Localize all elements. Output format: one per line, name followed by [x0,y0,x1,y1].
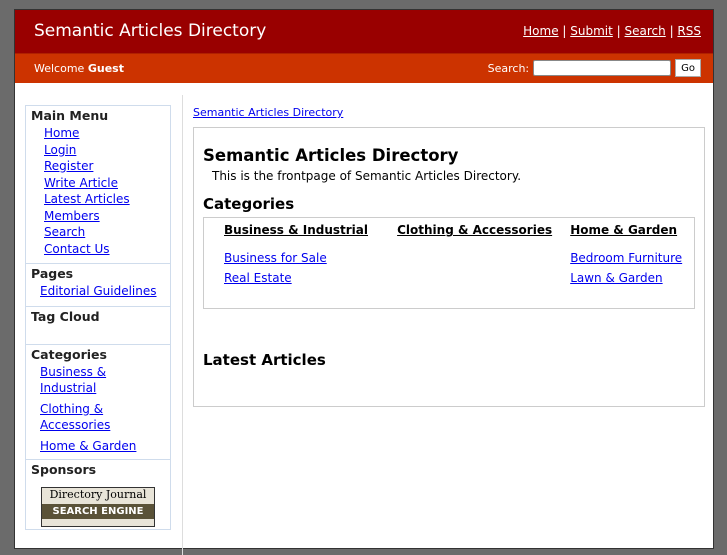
user-bar: Welcome Guest Search: Go [15,54,713,83]
welcome-text: Welcome Guest [34,62,124,75]
sponsor-banner[interactable]: Directory Journal SEARCH ENGINE [41,486,155,527]
categories-table: Business & Industrial Business for Sale Re… [203,217,695,309]
category-heading[interactable]: Clothing & Accessories [391,220,564,240]
subcategory-link[interactable]: Bedroom Furniture [564,248,694,268]
intro-text: This is the frontpage of Semantic Articl… [212,169,522,183]
menu-write-article[interactable]: Write Article [31,175,166,192]
header: Semantic Articles Directory Home | Submi… [15,10,713,54]
menu-login[interactable]: Login [31,142,166,159]
menu-register[interactable]: Register [31,158,166,175]
search-label: Search: [487,61,530,75]
category-column: Clothing & Accessories [391,220,564,308]
page-title: Semantic Articles Directory [203,146,459,165]
main-menu: Main Menu Home Login Register Write Arti… [25,105,171,264]
page-frame: Semantic Articles Directory Home | Submi… [14,9,714,555]
category-clothing-accessories[interactable]: Clothing & Accessories [31,401,111,434]
breadcrumb[interactable]: Semantic Articles Directory [193,106,343,119]
divider [182,95,183,555]
categories-title: Categories [31,346,107,362]
main-menu-title: Main Menu [31,108,109,123]
nav-search[interactable]: Search [625,24,666,38]
tag-cloud-box: Tag Cloud [25,306,171,345]
top-nav: Home | Submit | Search | RSS [523,24,701,38]
subcategory-link[interactable]: Lawn & Garden [564,268,694,288]
menu-home[interactable]: Home [31,125,166,142]
menu-search[interactable]: Search [31,224,166,241]
subcategory-link[interactable]: Business for Sale [218,248,391,268]
content-box: Semantic Articles Directory This is the … [193,127,705,407]
sidebar: Main Menu Home Login Register Write Arti… [25,105,171,530]
category-column: Business & Industrial Business for Sale Re… [218,220,391,308]
nav-rss[interactable]: RSS [677,24,701,38]
category-home-garden[interactable]: Home & Garden [31,438,166,455]
pages-title: Pages [31,266,74,281]
menu-contact-us[interactable]: Contact Us [31,241,166,258]
category-heading[interactable]: Business & Industrial [218,220,391,240]
search-input[interactable] [533,60,672,76]
menu-members[interactable]: Members [31,208,166,225]
search-form: Search: Go [488,59,701,77]
categories-box: Categories Business & Industrial Clothin… [25,344,171,460]
go-button[interactable]: Go [675,59,701,77]
page-editorial-guidelines[interactable]: Editorial Guidelines [31,283,166,300]
categories-heading: Categories [203,195,295,213]
latest-articles-heading: Latest Articles [203,351,326,369]
main-content: Semantic Articles Directory Semantic Art… [193,105,705,407]
username: Guest [87,62,124,75]
menu-latest-articles[interactable]: Latest Articles [31,191,166,208]
category-column: Home & Garden Bedroom Furniture Lawn & Gar… [564,220,694,308]
site-title: Semantic Articles Directory [34,21,267,41]
pages-box: Pages Editorial Guidelines [25,264,171,307]
category-business-industrial[interactable]: Business & Industrial [31,364,166,397]
tag-cloud-title: Tag Cloud [31,308,100,324]
nav-home[interactable]: Home [523,24,558,38]
banner-bottom: SEARCH ENGINE [42,503,154,519]
subcategory-link[interactable]: Real Estate [218,268,391,288]
nav-submit[interactable]: Submit [570,24,613,38]
welcome-label: Welcome [34,62,85,75]
sponsors-box: Sponsors Directory Journal SEARCH ENGINE [25,459,171,530]
sponsors-title: Sponsors [31,461,97,477]
banner-top: Directory Journal [49,487,147,501]
category-heading[interactable]: Home & Garden [564,220,694,240]
